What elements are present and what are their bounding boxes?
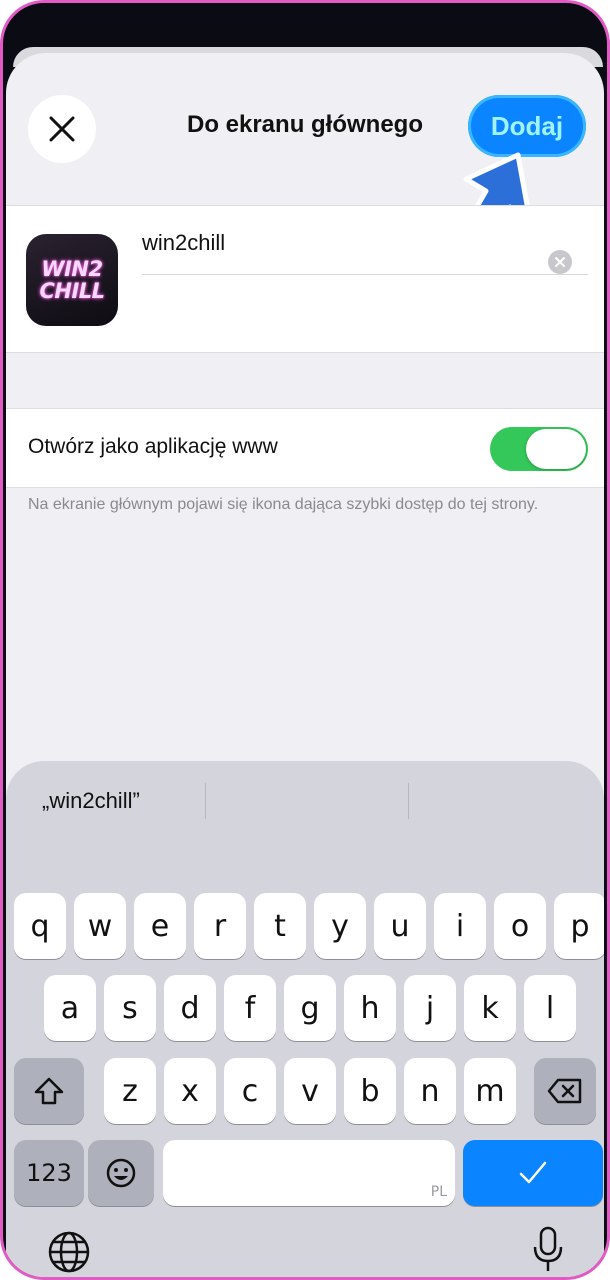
key-m[interactable]: m [464, 1058, 516, 1124]
app-icon-text-line2: CHILL [39, 279, 105, 303]
checkmark-icon [519, 1161, 547, 1184]
keyboard: „win2chill” qwertyuiop asdfghjkl zxcvbnm… [6, 761, 604, 1277]
key-c[interactable]: c [224, 1058, 276, 1124]
globe-icon[interactable] [46, 1229, 92, 1275]
key-p[interactable]: p [554, 893, 604, 959]
key-j[interactable]: j [404, 975, 456, 1041]
key-g[interactable]: g [284, 975, 336, 1041]
key-w[interactable]: w [74, 893, 126, 959]
key-f[interactable]: f [224, 975, 276, 1041]
key-d[interactable]: d [164, 975, 216, 1041]
shift-icon [34, 1077, 64, 1105]
key-b[interactable]: b [344, 1058, 396, 1124]
key-q[interactable]: q [14, 893, 66, 959]
key-t[interactable]: t [254, 893, 306, 959]
key-l[interactable]: l [524, 975, 576, 1041]
app-icon: WIN2 CHILL [26, 234, 118, 326]
suggestion-item[interactable]: „win2chill” [42, 783, 140, 819]
key-v[interactable]: v [284, 1058, 336, 1124]
device-frame: Do ekranu głównego Dodaj WIN2 CHILL win2… [0, 0, 610, 1280]
app-icon-text-line1: WIN2 [41, 257, 103, 281]
key-i[interactable]: i [434, 893, 486, 959]
emoji-icon [106, 1158, 136, 1188]
shift-key[interactable] [14, 1058, 84, 1124]
backspace-key[interactable] [534, 1058, 596, 1124]
key-s[interactable]: s [104, 975, 156, 1041]
microphone-icon[interactable] [528, 1225, 568, 1275]
clear-text-icon[interactable] [548, 250, 572, 274]
space-language-label: PL [430, 1184, 447, 1200]
key-o[interactable]: o [494, 893, 546, 959]
app-name-value: win2chill [142, 230, 226, 255]
suggestion-divider [205, 783, 206, 819]
emoji-key[interactable] [88, 1140, 154, 1206]
numbers-key[interactable]: 123 [14, 1140, 84, 1206]
key-h[interactable]: h [344, 975, 396, 1041]
web-app-toggle[interactable] [490, 427, 588, 471]
key-e[interactable]: e [134, 893, 186, 959]
app-name-input[interactable]: win2chill [142, 226, 588, 275]
hint-text: Na ekranie głównym pojawi się ikona dają… [28, 496, 539, 513]
toggle-knob [526, 429, 586, 469]
app-name-card: WIN2 CHILL win2chill [6, 205, 604, 353]
space-key[interactable]: PL [163, 1140, 455, 1206]
add-to-home-sheet: Do ekranu głównego Dodaj WIN2 CHILL win2… [6, 53, 604, 1277]
done-key[interactable] [463, 1140, 603, 1206]
web-app-label: Otwórz jako aplikację www [28, 435, 278, 458]
key-n[interactable]: n [404, 1058, 456, 1124]
key-x[interactable]: x [164, 1058, 216, 1124]
suggestion-divider [408, 783, 409, 819]
key-z[interactable]: z [104, 1058, 156, 1124]
key-a[interactable]: a [44, 975, 96, 1041]
web-app-card: Otwórz jako aplikację www [6, 408, 604, 488]
key-u[interactable]: u [374, 893, 426, 959]
add-button[interactable]: Dodaj [468, 95, 586, 157]
key-y[interactable]: y [314, 893, 366, 959]
backspace-icon [547, 1078, 582, 1104]
key-r[interactable]: r [194, 893, 246, 959]
key-k[interactable]: k [464, 975, 516, 1041]
